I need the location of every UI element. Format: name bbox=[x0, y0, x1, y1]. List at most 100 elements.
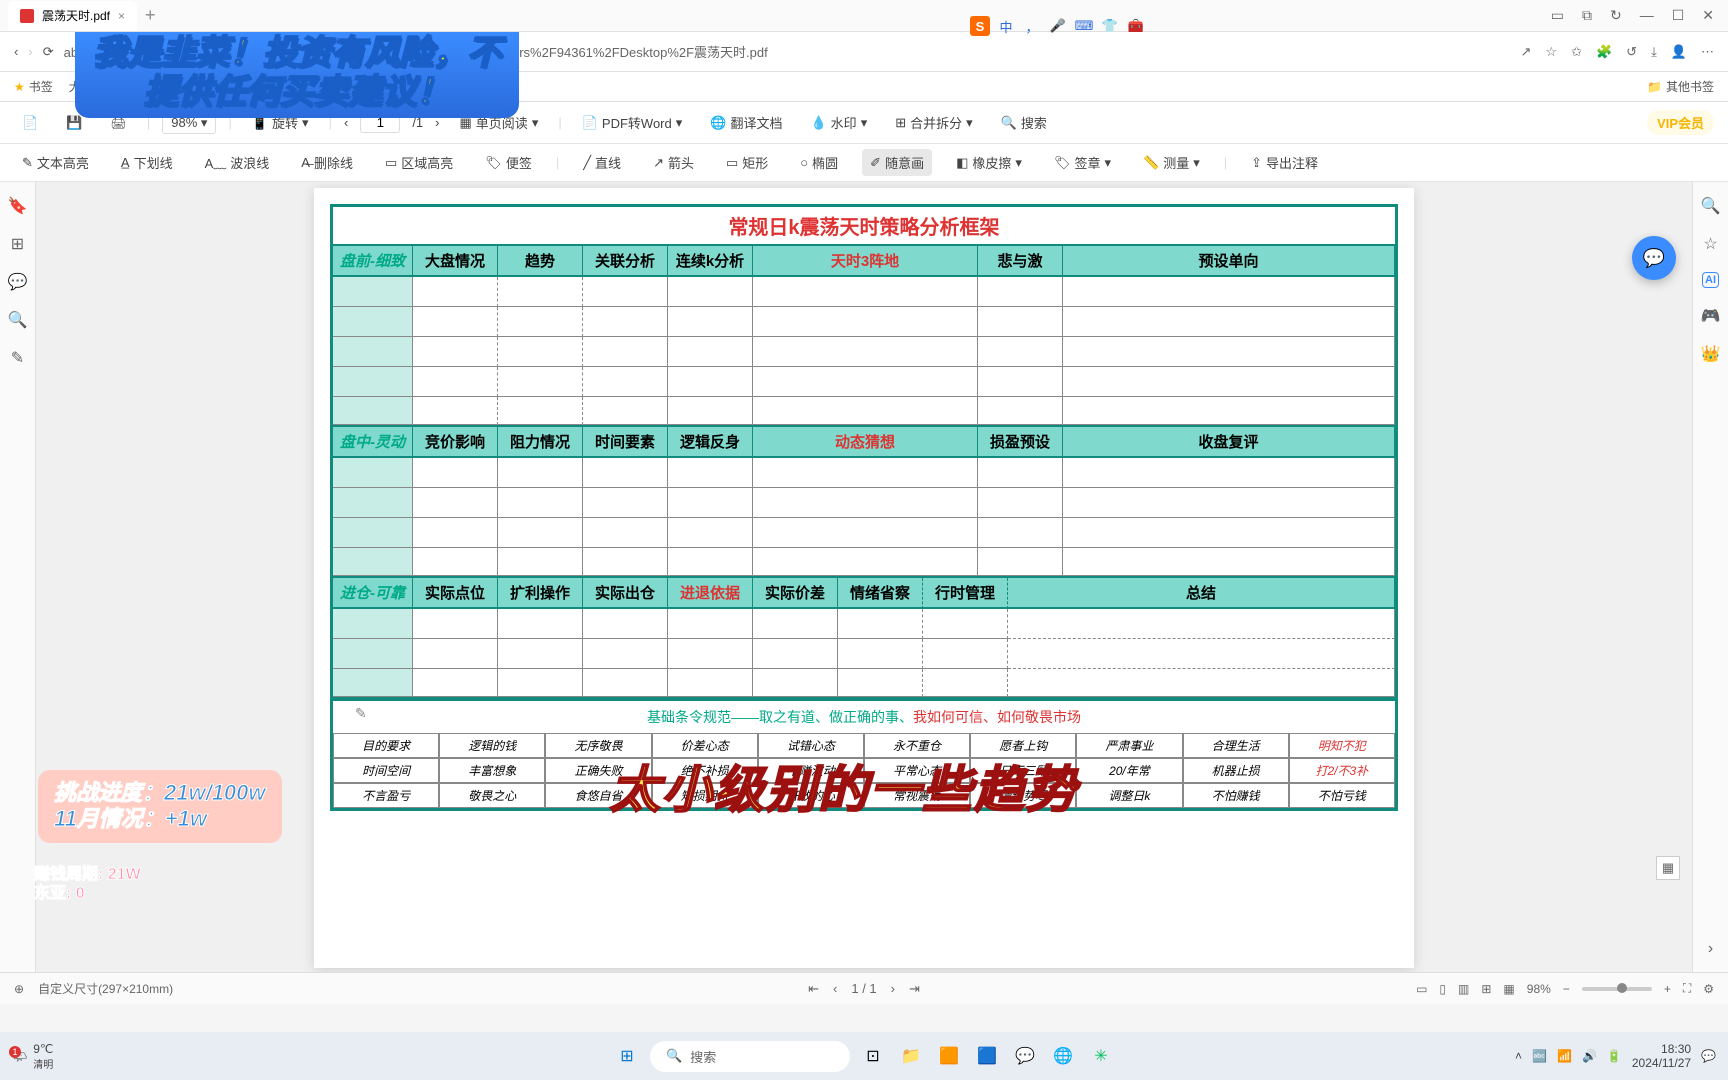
page-first-icon[interactable]: ⇤ bbox=[808, 981, 819, 997]
bookmarks-label[interactable]: ★书签 bbox=[14, 78, 53, 95]
pdf-to-word-button[interactable]: 📄 PDF转Word ▾ bbox=[574, 109, 691, 136]
win-close-icon[interactable]: ✕ bbox=[1702, 7, 1714, 24]
measure-button[interactable]: 📏 测量 ▾ bbox=[1135, 149, 1208, 176]
area-highlight-button[interactable]: ▭ 区域高亮 bbox=[377, 149, 461, 176]
tray-notifications-icon[interactable]: 💬 bbox=[1701, 1049, 1716, 1063]
ime-mic-icon[interactable]: 🎤 bbox=[1048, 16, 1068, 36]
view-mode-3-icon[interactable]: ▥ bbox=[1458, 982, 1469, 996]
tab-close-icon[interactable]: × bbox=[118, 9, 125, 23]
underline-button[interactable]: A̲ 下划线 bbox=[113, 149, 181, 176]
ai-star-icon[interactable]: ☆ bbox=[1703, 234, 1717, 254]
nav-reload-icon[interactable]: ⟳ bbox=[43, 44, 54, 60]
comment-panel-icon[interactable]: 💬 bbox=[8, 272, 28, 292]
nav-back-icon[interactable]: ‹ bbox=[14, 44, 18, 59]
zoom-in-icon[interactable]: + bbox=[1664, 982, 1671, 996]
win-minimize-icon[interactable]: — bbox=[1640, 7, 1654, 24]
ime-skin-icon[interactable]: 👕 bbox=[1100, 16, 1120, 36]
ai-search-icon[interactable]: 🔍 bbox=[1701, 196, 1721, 216]
extension-icon[interactable]: 🧩 bbox=[1596, 44, 1612, 60]
tray-up-icon[interactable]: ˄ bbox=[1515, 1049, 1522, 1063]
win-extra3-icon[interactable]: ↻ bbox=[1610, 7, 1622, 24]
thumbnail-panel-icon[interactable]: ⊞ bbox=[11, 234, 24, 254]
merge-split-button[interactable]: ⊞ 合并拆分 ▾ bbox=[887, 109, 980, 136]
explorer-icon[interactable]: 📁 bbox=[896, 1041, 926, 1071]
other-bookmarks[interactable]: 📁其他书签 bbox=[1647, 78, 1714, 95]
page-last-icon[interactable]: ⇥ bbox=[909, 981, 920, 997]
vip-badge[interactable]: VIP会员 bbox=[1647, 110, 1714, 135]
ime-punct-icon[interactable]: ， bbox=[1022, 16, 1042, 36]
arrow-button[interactable]: ↗ 箭头 bbox=[645, 149, 702, 176]
wavy-button[interactable]: A﹏ 波浪线 bbox=[197, 149, 278, 176]
win-extra1-icon[interactable]: ▭ bbox=[1551, 7, 1564, 24]
tray-volume-icon[interactable]: 🔊 bbox=[1582, 1049, 1597, 1063]
nav-forward-icon[interactable]: › bbox=[28, 44, 32, 59]
float-tool-icon[interactable]: ▦ bbox=[1656, 856, 1680, 880]
ime-toolbar[interactable]: S 中 ， 🎤 ⌨ 👕 🧰 bbox=[970, 16, 1146, 36]
principle-cell: 严肃事业 bbox=[1076, 733, 1182, 758]
line-button[interactable]: ╱ 直线 bbox=[575, 149, 629, 176]
wechat-icon[interactable]: ✳ bbox=[1086, 1041, 1116, 1071]
win-extra2-icon[interactable]: ⧉ bbox=[1582, 7, 1592, 24]
eraser-button[interactable]: ◧ 橡皮擦 ▾ bbox=[948, 149, 1030, 176]
weather-icon[interactable]: 🌤 bbox=[12, 1049, 27, 1063]
history-icon[interactable]: ↺ bbox=[1626, 44, 1637, 60]
edit-panel-icon[interactable]: ✎ bbox=[11, 348, 24, 368]
text-highlight-button[interactable]: ✎ 文本高亮 bbox=[14, 149, 97, 176]
star-icon[interactable]: ☆ bbox=[1545, 44, 1557, 60]
open-file-button[interactable]: 📄 bbox=[14, 111, 46, 135]
fullscreen-icon[interactable]: ⛶ bbox=[1683, 981, 1691, 996]
app2-icon[interactable]: 🟦 bbox=[972, 1041, 1002, 1071]
ellipse-button[interactable]: ○ 椭圆 bbox=[792, 149, 846, 176]
status-plus-icon[interactable]: ⊕ bbox=[14, 982, 24, 996]
page-next2-icon[interactable]: › bbox=[891, 981, 895, 996]
export-annotations-button[interactable]: ⇪ 导出注释 bbox=[1243, 149, 1326, 176]
hdr-mood: 悲与激 bbox=[978, 246, 1063, 277]
view-mode-2-icon[interactable]: ▯ bbox=[1439, 982, 1446, 996]
browser-tab[interactable]: 震荡天时.pdf × bbox=[8, 1, 137, 31]
menu-icon[interactable]: ⋯ bbox=[1701, 44, 1714, 60]
win-maximize-icon[interactable]: ☐ bbox=[1672, 7, 1685, 24]
ime-lang[interactable]: 中 bbox=[996, 16, 1016, 36]
strikethrough-button[interactable]: A̶ 删除线 bbox=[293, 149, 361, 176]
tray-battery-icon[interactable]: 🔋 bbox=[1607, 1049, 1622, 1063]
freehand-button[interactable]: ✐ 随意画 bbox=[862, 149, 932, 176]
start-icon[interactable]: ⊞ bbox=[612, 1041, 642, 1071]
game-icon[interactable]: 🎮 bbox=[1701, 306, 1721, 326]
tray-lang-icon[interactable]: 🔤 bbox=[1532, 1049, 1547, 1063]
favorite-icon[interactable]: ✩ bbox=[1571, 44, 1582, 60]
view-mode-1-icon[interactable]: ▭ bbox=[1416, 982, 1427, 996]
new-tab-button[interactable]: + bbox=[145, 5, 156, 26]
expand-right-icon[interactable]: › bbox=[1708, 940, 1713, 958]
ime-sogou-icon[interactable]: S bbox=[970, 16, 990, 36]
page-prev2-icon[interactable]: ‹ bbox=[833, 981, 837, 996]
sticky-note-button[interactable]: 🏷 便签 bbox=[477, 149, 540, 176]
floating-assistant-icon[interactable]: 💬 bbox=[1632, 236, 1676, 280]
share-icon[interactable]: ↗ bbox=[1521, 44, 1532, 60]
principle-cell: 合理生活 bbox=[1183, 733, 1289, 758]
edge-icon[interactable]: 🌐 bbox=[1048, 1041, 1078, 1071]
app3-icon[interactable]: 💬 bbox=[1010, 1041, 1040, 1071]
app1-icon[interactable]: 🟧 bbox=[934, 1041, 964, 1071]
taskbar-search[interactable]: 🔍 搜索 bbox=[650, 1041, 850, 1072]
ime-keyboard-icon[interactable]: ⌨ bbox=[1074, 16, 1094, 36]
bookmark-panel-icon[interactable]: 🔖 bbox=[8, 196, 28, 216]
search-button[interactable]: 🔍 搜索 bbox=[993, 109, 1055, 136]
crown-icon[interactable]: 👑 bbox=[1701, 344, 1721, 364]
hdr-manage: 行时管理 bbox=[923, 578, 1008, 609]
zoom-slider[interactable] bbox=[1582, 987, 1652, 991]
translate-button[interactable]: 🌐 翻译文档 bbox=[702, 109, 790, 136]
stamp-button[interactable]: 🏷 签章 ▾ bbox=[1046, 149, 1119, 176]
view-mode-4-icon[interactable]: ⊞ bbox=[1481, 982, 1491, 996]
watermark-button[interactable]: 💧 水印 ▾ bbox=[802, 109, 875, 136]
view-mode-5-icon[interactable]: ▦ bbox=[1503, 982, 1514, 996]
taskview-icon[interactable]: ⊡ bbox=[858, 1041, 888, 1071]
settings-icon[interactable]: ⚙ bbox=[1703, 982, 1714, 996]
search-panel-icon[interactable]: 🔍 bbox=[8, 310, 28, 330]
download-icon[interactable]: ⤓ bbox=[1651, 44, 1657, 60]
rectangle-button[interactable]: ▭ 矩形 bbox=[718, 149, 776, 176]
zoom-out-icon[interactable]: − bbox=[1563, 982, 1570, 996]
tray-wifi-icon[interactable]: 📶 bbox=[1557, 1049, 1572, 1063]
ime-toolbox-icon[interactable]: 🧰 bbox=[1126, 16, 1146, 36]
profile-icon[interactable]: 👤 bbox=[1671, 44, 1687, 60]
ai-badge-icon[interactable]: AI bbox=[1702, 272, 1719, 288]
